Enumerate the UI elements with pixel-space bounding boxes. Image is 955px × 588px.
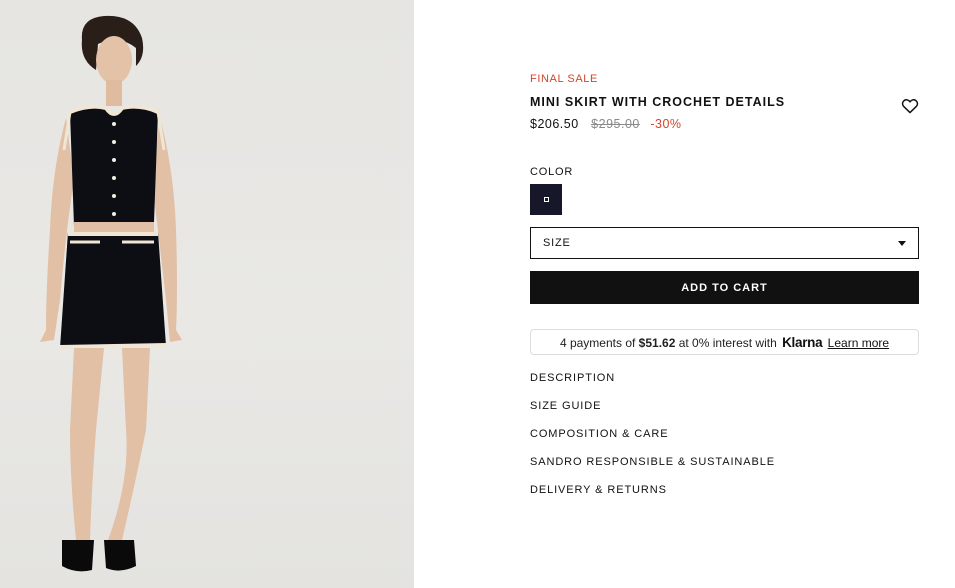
klarna-middle: at 0% interest with (678, 336, 777, 350)
size-select-label: SIZE (543, 237, 571, 249)
klarna-banner: 4 payments of $51.62 at 0% interest with… (530, 329, 919, 355)
accordion-delivery-returns[interactable]: DELIVERY & RETURNS (530, 484, 667, 496)
size-select[interactable]: SIZE (530, 227, 919, 259)
klarna-logo: Klarna (782, 335, 823, 350)
accordion-composition-care[interactable]: COMPOSITION & CARE (530, 428, 668, 440)
accordion-size-guide[interactable]: SIZE GUIDE (530, 400, 601, 412)
accordion-description[interactable]: DESCRIPTION (530, 372, 615, 384)
accordion-responsible-sustainable[interactable]: SANDRO RESPONSIBLE & SUSTAINABLE (530, 456, 775, 468)
color-label: COLOR (530, 166, 574, 178)
add-to-cart-button[interactable]: ADD TO CART (530, 271, 919, 304)
price-original: $295.00 (591, 117, 640, 131)
klarna-prefix: 4 payments of (559, 336, 636, 350)
product-image[interactable] (0, 0, 414, 588)
wishlist-button[interactable] (901, 98, 921, 116)
product-title: MINI SKIRT WITH CROCHET DETAILS (530, 95, 786, 109)
price-current: $206.50 (530, 117, 579, 131)
color-swatch-navy[interactable] (530, 184, 562, 215)
final-sale-badge: FINAL SALE (530, 73, 598, 85)
price-row: $206.50 $295.00 -30% (530, 117, 682, 131)
swatch-selected-indicator (544, 197, 549, 202)
klarna-learn-more-link[interactable]: Learn more (828, 336, 889, 350)
klarna-amount: $51.62 (638, 336, 676, 350)
heart-icon (901, 99, 919, 114)
caret-down-icon (898, 241, 906, 246)
model-illustration (40, 15, 182, 572)
discount-percent: -30% (650, 117, 682, 131)
